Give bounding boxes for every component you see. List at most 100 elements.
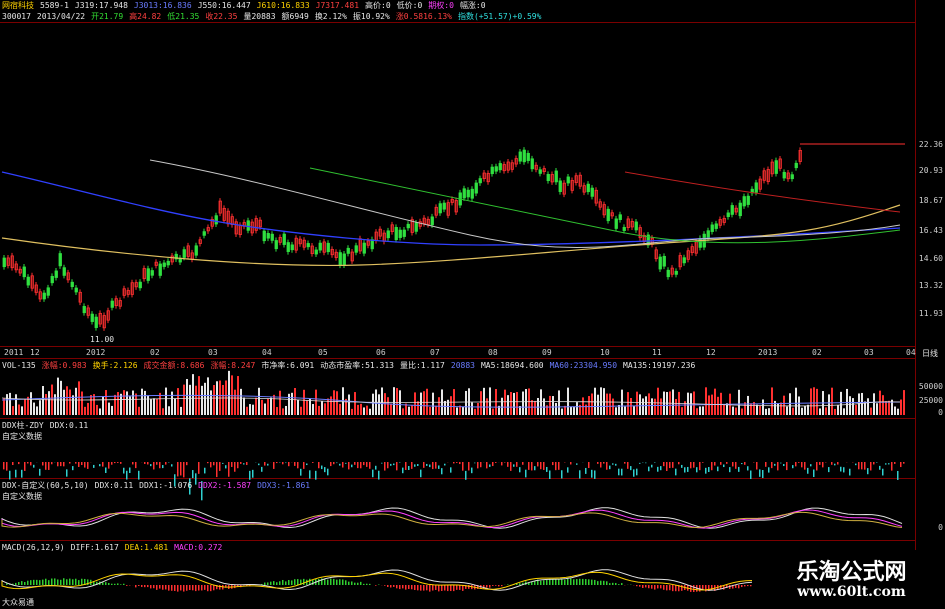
volume-bar: [810, 388, 812, 415]
macd-bar: [204, 585, 206, 590]
ddx-bar: [45, 462, 47, 470]
volume-bar: [636, 391, 638, 415]
ddx-bar: [843, 467, 845, 473]
volume-bar: [561, 408, 563, 415]
ddx-bar: [351, 464, 353, 468]
ddx-bar: [186, 462, 188, 466]
date-tick: 04: [262, 348, 272, 357]
date-tick: 09: [542, 348, 552, 357]
macd-bar: [579, 578, 581, 585]
ddx-bar: [489, 464, 491, 467]
candle-body: [474, 182, 478, 194]
ddx-bar: [765, 462, 767, 467]
candle-body: [22, 266, 26, 278]
ddx-bar: [219, 462, 221, 471]
date-tick: 03: [208, 348, 218, 357]
volume-bar: [369, 408, 371, 415]
ddx-bar: [858, 462, 860, 470]
ddx-bar: [333, 462, 335, 465]
ddx-bar: [531, 462, 533, 471]
volume-bar: [135, 393, 137, 415]
volume-bar: [696, 408, 698, 415]
volume-bar: [192, 374, 194, 415]
volume-bar: [723, 404, 725, 415]
ddx-bar: [276, 462, 278, 464]
macd-bar: [213, 585, 215, 591]
candle-body: [270, 233, 274, 241]
ddx-bar: [423, 462, 425, 468]
volume-bar: [177, 388, 179, 415]
ddx-bar: [408, 466, 410, 471]
macd-bar: [741, 585, 743, 588]
ddx-bar: [453, 462, 455, 464]
candle-body: [166, 260, 170, 266]
ddx-bar: [504, 462, 506, 463]
ddx-bar: [465, 470, 467, 480]
macd-bar: [450, 585, 452, 592]
macd-bar: [555, 579, 557, 585]
candle-body: [478, 178, 482, 184]
ddx-bar: [480, 462, 482, 468]
ddx-bar: [102, 462, 104, 467]
ddx-bar: [525, 469, 527, 478]
volume-bar: [387, 397, 389, 415]
candle-body: [82, 306, 86, 314]
macd-bar: [546, 580, 548, 585]
volume-bar: [381, 387, 383, 415]
macd-bar: [333, 578, 335, 585]
volume-bar: [150, 399, 152, 415]
macd-bar: [117, 583, 119, 585]
macd-bar: [141, 585, 143, 587]
macd-bar: [273, 581, 275, 585]
candle-body: [26, 276, 30, 286]
ddx-bar: [84, 462, 86, 468]
macd-bar: [540, 580, 542, 585]
volume-bar: [513, 392, 515, 415]
date-tick: 08: [488, 348, 498, 357]
candle-body: [526, 152, 530, 161]
volume-bar: [42, 385, 44, 415]
ddx-bar: [27, 462, 29, 464]
candle-body: [266, 233, 270, 239]
volume-bar: [705, 387, 707, 415]
price-chart[interactable]: [0, 0, 945, 609]
volume-bar: [594, 387, 596, 415]
ddx-line-indicator-0: DDX-自定义(60,5,10): [2, 481, 89, 490]
volume-bar: [540, 389, 542, 415]
ddx-bar: [501, 462, 503, 466]
volume-bar: [204, 382, 206, 415]
candle-body: [262, 230, 266, 242]
ddx-bar: [450, 467, 452, 473]
volume-bar: [429, 406, 431, 415]
ddx-bar: [726, 462, 728, 464]
ddx-bar: [675, 468, 677, 476]
volume-bar: [615, 407, 617, 415]
ddx-bar: [729, 467, 731, 473]
ddx-bar: [627, 462, 629, 469]
volume-bar: [714, 388, 716, 415]
volume-bar: [273, 394, 275, 415]
volume-bar: [84, 406, 86, 415]
date-tick: 2011: [4, 348, 24, 357]
candle-body: [110, 300, 114, 308]
macd-bar: [564, 579, 566, 585]
ddx-bar: [837, 462, 839, 465]
volume-bar: [708, 395, 710, 415]
candle-body: [58, 253, 62, 267]
ddx-bar: [477, 462, 479, 469]
ddx-bar: [783, 464, 785, 467]
ddx-bar: [645, 462, 647, 464]
ddx-bar: [528, 462, 530, 470]
volume-bar: [786, 406, 788, 415]
ddx-bar: [264, 462, 266, 466]
macd-bar: [519, 583, 521, 585]
ddx-bar: [900, 462, 902, 468]
ddx-bar: [831, 462, 833, 465]
ddx-bar: [204, 467, 206, 474]
ddx-bar: [21, 469, 23, 478]
ddx-bar: [462, 462, 464, 471]
volume-bar: [591, 393, 593, 415]
ddx-bar: [273, 462, 275, 469]
candle-body: [466, 189, 470, 198]
candle-body: [730, 205, 734, 215]
